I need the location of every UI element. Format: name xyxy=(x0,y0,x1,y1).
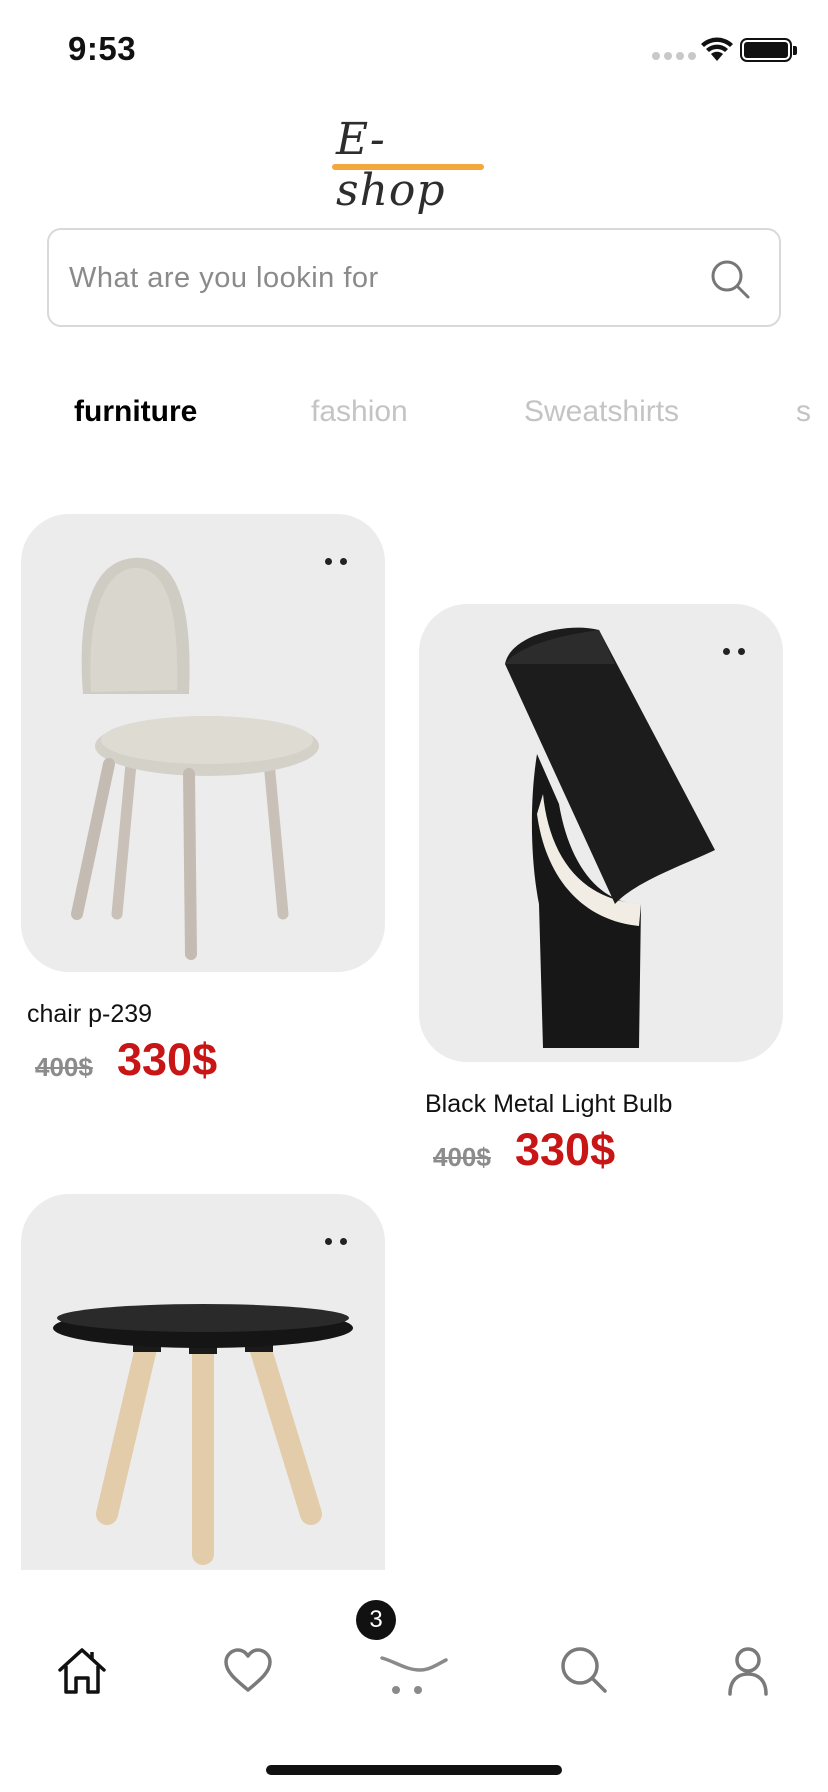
wifi-icon xyxy=(701,37,733,61)
cart-badge: 3 xyxy=(356,1600,396,1640)
product-price: 330$ xyxy=(117,1034,218,1085)
more-options-icon[interactable] xyxy=(325,558,347,565)
heart-icon[interactable] xyxy=(218,1640,278,1700)
tab-sweatshirts[interactable]: Sweatshirts xyxy=(524,395,679,429)
search-input[interactable] xyxy=(69,254,669,302)
chair-image xyxy=(71,557,319,960)
status-time: 9:53 xyxy=(68,30,137,67)
product-price: 330$ xyxy=(515,1124,616,1175)
product-image[interactable] xyxy=(21,514,385,972)
search-bar[interactable] xyxy=(47,228,781,327)
battery-icon xyxy=(740,38,797,62)
bottom-navigation: 3 xyxy=(0,1570,828,1792)
cellular-signal-icon xyxy=(652,52,696,60)
logo-underline xyxy=(332,164,484,170)
product-image[interactable] xyxy=(419,604,783,1062)
home-icon[interactable] xyxy=(52,1640,112,1700)
search-icon[interactable] xyxy=(707,256,753,302)
status-bar: 9:53 xyxy=(0,0,828,100)
category-tabs: furniture fashion Sweatshirts s xyxy=(0,395,828,445)
cart-icon[interactable] xyxy=(376,1640,452,1700)
product-old-price: 400$ xyxy=(35,1052,93,1082)
product-name: chair p-239 xyxy=(27,1000,153,1028)
tab-fashion[interactable]: fashion xyxy=(311,395,408,429)
app-logo: E-shop xyxy=(330,112,490,216)
search-icon[interactable] xyxy=(554,1640,614,1700)
lamp-image xyxy=(505,627,715,1048)
home-indicator xyxy=(266,1765,562,1775)
product-name: Black Metal Light Bulb xyxy=(425,1090,673,1118)
tab-more[interactable]: s xyxy=(796,395,811,429)
product-old-price: 400$ xyxy=(433,1142,491,1172)
more-options-icon[interactable] xyxy=(325,1238,347,1245)
more-options-icon[interactable] xyxy=(723,648,745,655)
profile-icon[interactable] xyxy=(718,1640,778,1700)
tab-furniture[interactable]: furniture xyxy=(74,395,197,429)
